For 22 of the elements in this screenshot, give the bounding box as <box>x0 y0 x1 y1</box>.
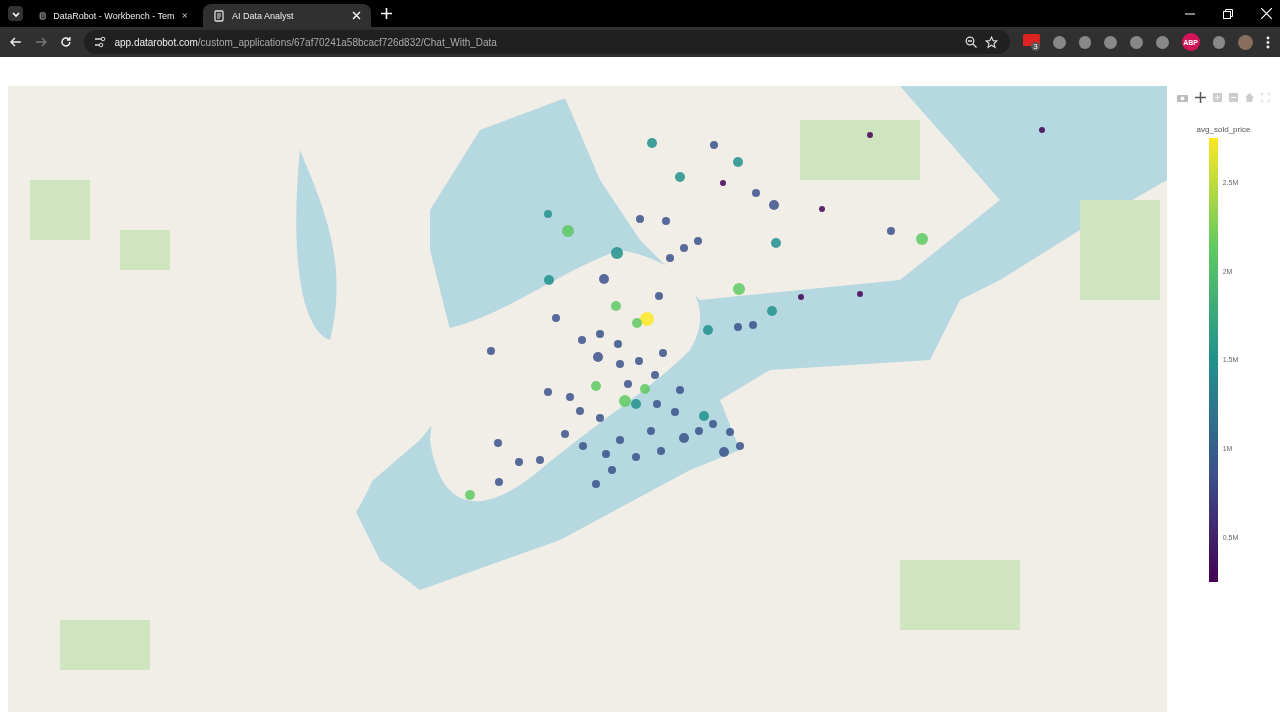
forward-icon[interactable] <box>34 36 47 48</box>
reload-icon[interactable] <box>59 36 72 48</box>
star-icon[interactable] <box>985 35 999 49</box>
address-bar[interactable]: app.datarobot.com/custom_applications/67af70241a58bcacf726d832/Chat_With_Data <box>84 30 1011 54</box>
browser-tab[interactable]: AI Data Analyst <box>203 4 371 27</box>
back-icon[interactable] <box>10 36 22 48</box>
profile-avatar[interactable] <box>1238 34 1254 50</box>
new-tab-icon[interactable] <box>381 8 392 19</box>
page-icon <box>39 9 47 22</box>
close-icon[interactable] <box>1261 8 1272 19</box>
tab-search-button[interactable] <box>8 6 23 21</box>
site-settings-icon[interactable] <box>94 36 107 48</box>
close-icon[interactable] <box>181 11 187 20</box>
close-icon[interactable] <box>352 11 361 20</box>
menu-icon[interactable] <box>1266 35 1270 49</box>
extension-icon[interactable]: 3 <box>1023 33 1040 51</box>
pan-icon[interactable] <box>1195 92 1206 103</box>
page-icon <box>213 9 225 22</box>
zoom-icon[interactable] <box>965 36 978 48</box>
browser-tab[interactable]: DataRobot - Workbench - Tem <box>29 4 197 27</box>
colorbar-title: avg_sold_price <box>1196 125 1251 134</box>
restore-icon[interactable] <box>1223 8 1233 19</box>
